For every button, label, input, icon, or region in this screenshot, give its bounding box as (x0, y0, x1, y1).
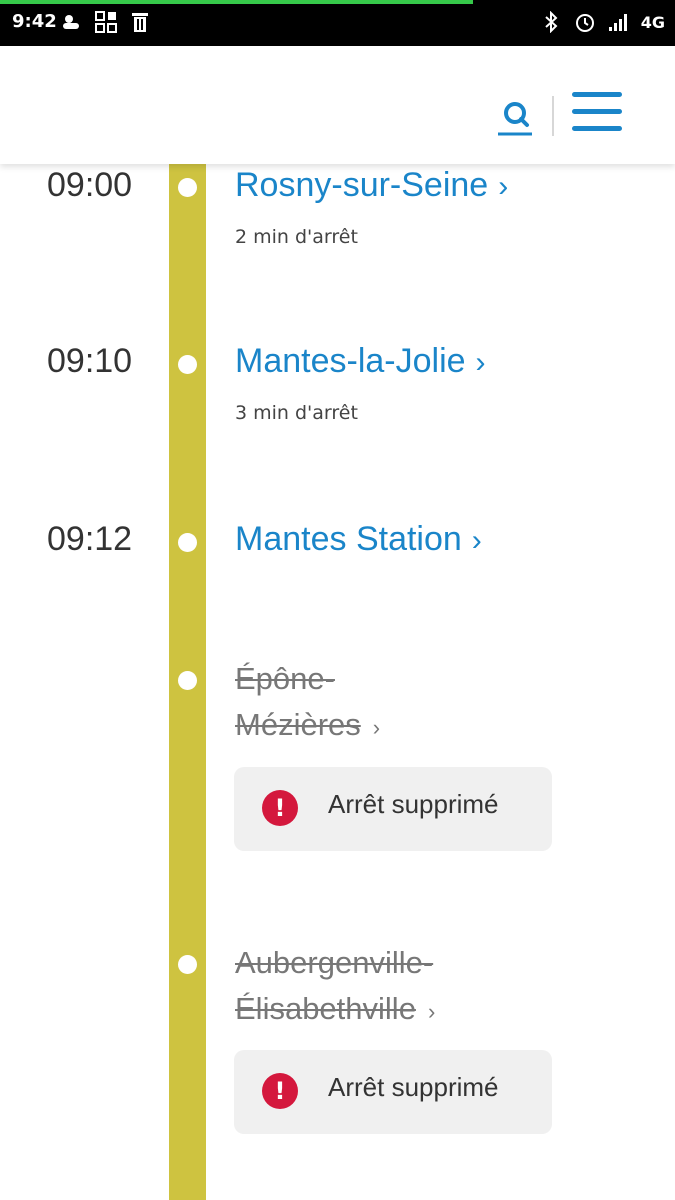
qr-icon (95, 11, 117, 33)
stop-link[interactable]: Rosny-sur-Seine › (235, 166, 508, 205)
chevron-right-icon: › (471, 524, 482, 557)
menu-icon[interactable] (572, 92, 624, 132)
stop-name-line2: Mézières (235, 707, 361, 742)
status-icons-left (60, 11, 152, 33)
status-bar: 9:42 4G (0, 0, 675, 46)
status-icons-right: 4G (539, 11, 665, 33)
signal-icon (608, 14, 627, 31)
cancelled-stop-link[interactable]: Aubergenville- Élisabethville › (235, 940, 435, 1035)
status-time: 9:42 (12, 11, 57, 32)
alert-text: Arrêt supprimé (328, 789, 499, 819)
stop-duration: 2 min d'arrêt (235, 226, 358, 248)
stop-dot (178, 671, 197, 690)
stop-dot (178, 355, 197, 374)
network-type: 4G (640, 12, 665, 32)
cancelled-stop-link[interactable]: Épône- Mézières › (235, 656, 380, 751)
stop-dot (178, 178, 197, 197)
stop-time: 09:10 (47, 342, 133, 380)
stop-name-line2: Élisabethville (235, 991, 416, 1026)
stop-link[interactable]: Mantes-la-Jolie › (235, 342, 486, 381)
trash-icon (132, 13, 148, 32)
stop-time: 09:12 (47, 520, 133, 558)
stop-name: Mantes-la-Jolie (235, 342, 466, 380)
header-divider (552, 96, 554, 136)
search-icon[interactable] (494, 96, 536, 138)
weather-icon (63, 15, 79, 29)
exclamation-icon: ! (262, 790, 298, 826)
alarm-icon (575, 14, 594, 32)
stop-duration: 3 min d'arrêt (235, 402, 358, 424)
stop-dot (178, 955, 197, 974)
stop-cancelled-alert: ! Arrêt supprimé (234, 767, 552, 851)
chevron-right-icon: › (372, 715, 381, 740)
alert-text: Arrêt supprimé (328, 1072, 499, 1102)
exclamation-icon: ! (262, 1073, 298, 1109)
stop-time: 09:00 (47, 166, 133, 204)
chevron-right-icon: › (475, 346, 486, 379)
stop-dot (178, 533, 197, 552)
stop-link[interactable]: Mantes Station › (235, 520, 482, 559)
stop-name: Mantes Station (235, 520, 462, 558)
stop-name: Rosny-sur-Seine (235, 166, 489, 204)
stop-name-line1: Épône- (235, 661, 335, 696)
chevron-right-icon: › (498, 170, 509, 203)
app-header (0, 46, 675, 164)
bluetooth-icon (545, 11, 558, 33)
loading-progress-bar (0, 0, 473, 4)
stop-name-line1: Aubergenville- (235, 945, 434, 980)
chevron-right-icon: › (427, 999, 436, 1024)
stop-cancelled-alert: ! Arrêt supprimé (234, 1050, 552, 1134)
